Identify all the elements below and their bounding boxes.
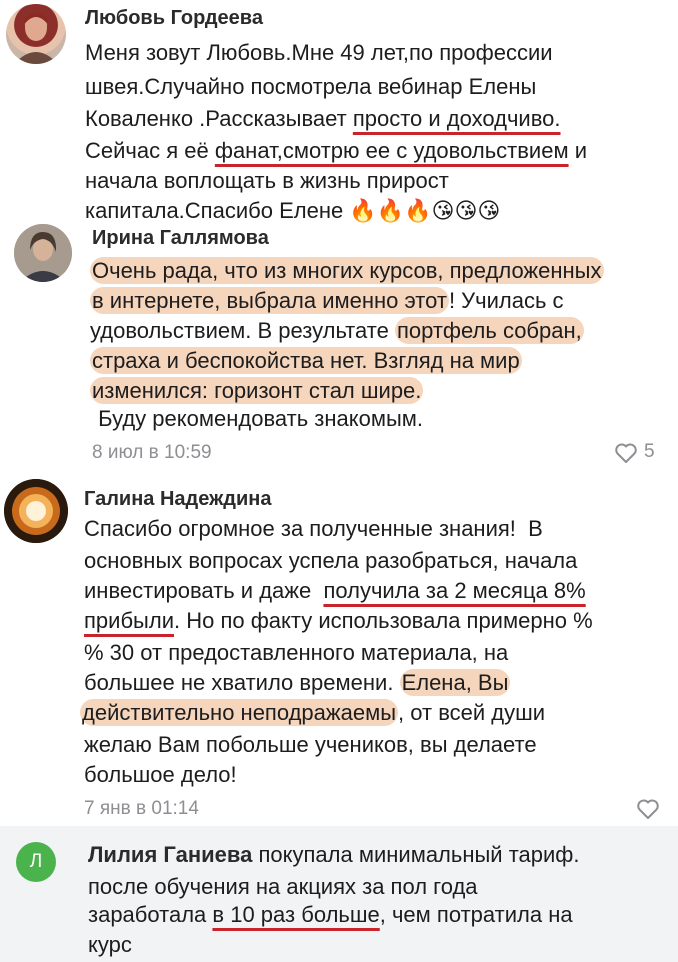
- comment-text-line: швея.Случайно посмотрела вебинар Елены: [85, 74, 537, 99]
- highlighted-text: в интернете, выбрала именно этот: [90, 287, 449, 314]
- kiss-emoji: 😘: [454, 198, 478, 223]
- comment-text-line: большое дело!: [84, 762, 237, 787]
- comment-text-line: Меня зовут Любовь.Мне 49 лет,по професси…: [85, 40, 553, 65]
- comment-text-line: изменился: горизонт стал шире.: [90, 376, 424, 406]
- underlined-text: получила за 2 месяца 8%: [323, 578, 586, 603]
- avatar-letter: Л: [29, 851, 43, 872]
- comment-text-line: начала воплощать в жизнь прирост: [85, 168, 449, 193]
- highlighted-text: Очень рада, что из многих курсов, предло…: [90, 257, 604, 284]
- comment-text-line: Очень рада, что из многих курсов, предло…: [90, 256, 604, 286]
- heart-icon: [637, 799, 659, 819]
- comment-author[interactable]: Ирина Галлямова: [92, 227, 269, 250]
- avatar[interactable]: [14, 224, 72, 282]
- highlighted-text: действительно неподражаемы: [80, 699, 399, 726]
- like-count: 5: [644, 441, 655, 462]
- highlighted-text: изменился: горизонт стал шире.: [90, 377, 424, 404]
- comment-text-line: желаю Вам побольше учеников, вы делаете: [84, 732, 537, 757]
- comment-text-line: страха и беспокойства нет. Взгляд на мир: [90, 346, 522, 376]
- comment-text-line: в интернете, выбрала именно этот! Училас…: [90, 287, 564, 314]
- comment-text-line: Буду рекомендовать знакомым.: [92, 406, 424, 431]
- comment-text-line: прибыли. Но по факту использовала пример…: [84, 608, 593, 633]
- kiss-emoji: 😘: [431, 198, 455, 223]
- kiss-emoji: 😘: [477, 198, 501, 223]
- avatar[interactable]: Л: [16, 842, 56, 882]
- comment-text-line: Коваленко .Рассказывает просто и доходчи…: [85, 106, 561, 131]
- like-button[interactable]: [636, 798, 664, 824]
- comment-text-line: заработала в 10 раз больше, чем потратил…: [88, 902, 573, 927]
- comment-text-line: капитала.Спасибо Елене 🔥🔥🔥😘😘😘: [85, 196, 500, 226]
- heart-icon: [615, 443, 637, 463]
- comment-text-line: Спасибо огромное за полученные знания! В: [84, 516, 543, 541]
- comment-text-line: удовольствием. В результате портфель соб…: [90, 317, 584, 344]
- fire-emoji: 🔥: [349, 198, 377, 223]
- highlighted-text: портфель собран,: [394, 317, 584, 344]
- comment-date[interactable]: 7 янв в 01:14: [84, 798, 199, 820]
- comment-text-line: % 30 от предоставленного материала, на: [84, 640, 509, 665]
- comment-date[interactable]: 8 июл в 10:59: [92, 442, 212, 464]
- highlighted-text: страха и беспокойства нет. Взгляд на мир: [90, 347, 522, 374]
- comment-author[interactable]: Любовь Гордеева: [85, 7, 263, 30]
- avatar[interactable]: [4, 479, 68, 543]
- comment-text-line: инвестировать и даже получила за 2 месяц…: [84, 578, 586, 603]
- comment-author[interactable]: Галина Надеждина: [84, 488, 271, 511]
- underlined-text: фанат,смотрю ее с удовольствием: [214, 138, 569, 163]
- comment-text-line: действительно неподражаемы, от всей души: [80, 699, 546, 726]
- comment-text-line: после обучения на акциях за пол года: [88, 874, 478, 899]
- like-button[interactable]: 5: [614, 440, 662, 466]
- highlighted-text: Елена, Вы: [399, 669, 511, 696]
- comment-text-line: большее не хватило времени. Елена, Вы: [84, 669, 511, 696]
- fire-emoji: 🔥: [376, 198, 405, 223]
- underlined-text: прибыли: [84, 608, 174, 633]
- underlined-text: в 10 раз больше: [212, 902, 380, 927]
- fire-emoji: 🔥: [404, 198, 432, 223]
- avatar[interactable]: [6, 4, 66, 64]
- comment-text-line: Сейчас я её фанат,смотрю ее с удовольств…: [85, 138, 587, 163]
- underlined-text: просто и доходчиво.: [352, 106, 561, 131]
- comment-text-line: Лилия Ганиева покупала минимальный тариф…: [88, 842, 580, 867]
- comment-text-line: основных вопросах успела разобраться, на…: [84, 548, 578, 573]
- comment-text-line: курс: [88, 932, 132, 957]
- comment-author[interactable]: Лилия Ганиева: [88, 842, 252, 867]
